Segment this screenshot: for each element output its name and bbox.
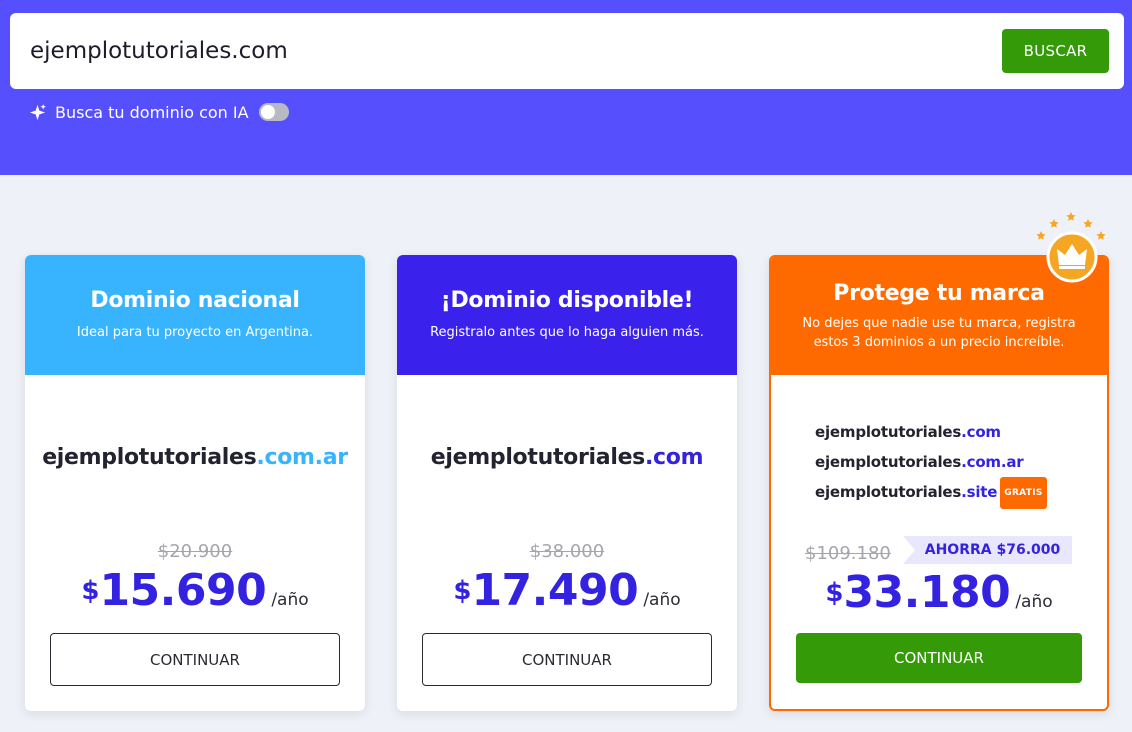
domain-extension: .com.ar xyxy=(961,453,1024,471)
currency-symbol: $ xyxy=(453,576,472,606)
sparkle-icon xyxy=(29,103,47,120)
domain-base: ejemplotutoriales xyxy=(430,445,646,470)
toggle-knob xyxy=(260,105,275,119)
search-box: BUSCAR xyxy=(10,13,1124,89)
continue-button[interactable]: CONTINUAR xyxy=(50,633,340,686)
ai-search-label: Busca tu dominio con IA xyxy=(55,102,249,122)
domain-extension: .com xyxy=(961,423,1001,441)
card-subtitle: Ideal para tu proyecto en Argentina. xyxy=(76,325,314,340)
card-title: Dominio nacional xyxy=(90,288,300,313)
free-badge: GRATIS xyxy=(1000,477,1047,509)
price-period: /año xyxy=(1015,592,1053,612)
old-price: $20.900 xyxy=(157,541,233,562)
domain-search-input[interactable] xyxy=(30,31,930,71)
bundle-item: ejemplotutoriales.com.ar xyxy=(815,447,1047,477)
domain-name: ejemplotutoriales.com xyxy=(397,445,737,470)
card-title: ¡Dominio disponible! xyxy=(440,288,694,313)
card-protect-brand: Protege tu marca No dejes que nadie use … xyxy=(769,255,1109,711)
domain-base: ejemplotutoriales xyxy=(42,445,257,470)
current-price: $17.490 /año xyxy=(397,565,737,616)
domain-base: ejemplotutoriales xyxy=(815,423,962,441)
current-price: $15.690 /año xyxy=(25,565,365,616)
bundle-item: ejemplotutoriales.com xyxy=(815,417,1047,447)
ai-search-row: Busca tu dominio con IA xyxy=(28,101,289,123)
ai-search-toggle[interactable] xyxy=(258,103,289,121)
card-available-domain: ¡Dominio disponible! Registralo antes qu… xyxy=(397,255,737,711)
continue-button[interactable]: CONTINUAR xyxy=(422,633,712,686)
savings-tag: AHORRA $76.000 xyxy=(903,536,1072,564)
domain-extension: .com xyxy=(644,445,704,470)
old-price: $109.180 xyxy=(805,543,891,564)
card-header: ¡Dominio disponible! Registralo antes qu… xyxy=(397,255,737,375)
card-subtitle: Registralo antes que lo haga alguien más… xyxy=(430,325,704,340)
domain-base: ejemplotutoriales xyxy=(815,483,962,501)
price-period: /año xyxy=(643,590,681,610)
continue-button[interactable]: CONTINUAR xyxy=(796,633,1082,683)
domain-base: ejemplotutoriales xyxy=(815,453,962,471)
domain-name: ejemplotutoriales.com.ar xyxy=(25,445,365,470)
price-amount: 33.180 xyxy=(843,567,1011,618)
card-subtitle: No dejes que nadie use tu marca, registr… xyxy=(802,316,1076,350)
price-amount: 17.490 xyxy=(471,565,639,616)
bundle-domain-list: ejemplotutoriales.com ejemplotutoriales.… xyxy=(815,417,1047,509)
search-hero: BUSCAR Busca tu dominio con IA xyxy=(0,0,1132,175)
currency-symbol: $ xyxy=(81,576,100,606)
card-header: Dominio nacional Ideal para tu proyecto … xyxy=(25,255,365,375)
currency-symbol: $ xyxy=(825,578,844,608)
search-button[interactable]: BUSCAR xyxy=(1002,29,1109,73)
price-period: /año xyxy=(271,590,309,610)
domain-extension: .com.ar xyxy=(256,445,348,470)
domain-extension: .site xyxy=(961,483,998,501)
current-price: $33.180 /año xyxy=(771,567,1107,618)
price-amount: 15.690 xyxy=(99,565,267,616)
card-national-domain: Dominio nacional Ideal para tu proyecto … xyxy=(25,255,365,711)
old-price: $38.000 xyxy=(529,541,605,562)
bundle-item: ejemplotutoriales.site GRATIS xyxy=(815,477,1047,509)
card-title: Protege tu marca xyxy=(833,281,1045,306)
crown-icon xyxy=(1036,212,1106,283)
